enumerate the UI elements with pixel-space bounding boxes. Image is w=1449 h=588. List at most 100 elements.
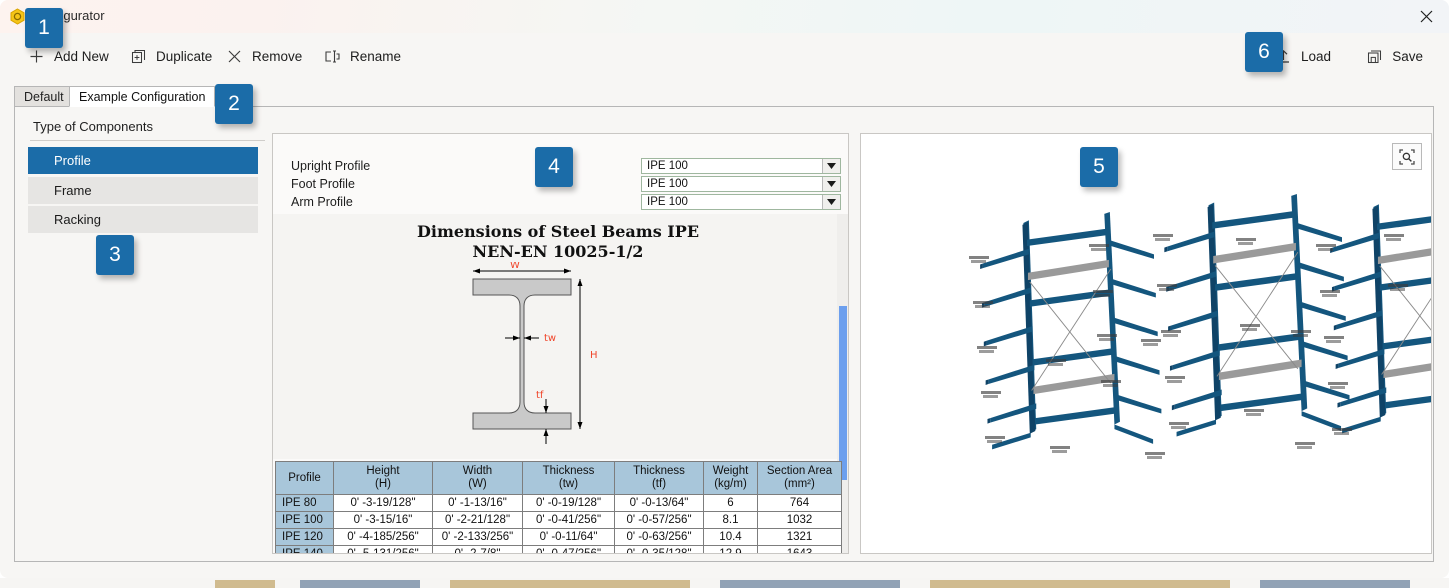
upright-profile-dropdown[interactable]: IPE 100 (641, 158, 841, 174)
save-button[interactable]: Save (1360, 33, 1429, 80)
add-new-label: Add New (54, 49, 109, 64)
taskbar-ghost (215, 580, 275, 588)
taskbar-ghost (300, 580, 420, 588)
table-cell: 0' -4-185/256" (333, 528, 433, 546)
chevron-down-icon (822, 177, 840, 191)
rename-button[interactable]: Rename (318, 33, 407, 80)
table-cell: 0' -0-41/256" (522, 511, 615, 529)
table-cell: 0' -0-35/128" (614, 545, 704, 553)
foot-profile-label: Foot Profile (291, 177, 355, 191)
table-cell: 0' -3-19/128" (333, 494, 433, 512)
rename-icon (324, 48, 341, 65)
x-icon (226, 48, 243, 65)
save-icon (1366, 48, 1383, 65)
table-row[interactable]: IPE 100 0' -3-15/16" 0' -2-21/128" 0' -0-41… (275, 511, 842, 529)
datasheet-title-line2: NEN-EN 10025-1/2 (472, 242, 644, 261)
table-cell: 0' -2-7/8" (432, 545, 523, 553)
zoom-to-fit-icon[interactable] (1392, 143, 1422, 170)
table-cell-profile: IPE 140 (275, 545, 334, 553)
table-cell: 0' -1-13/16" (432, 494, 523, 512)
arm-profile-label: Arm Profile (291, 195, 353, 209)
chevron-down-icon (822, 159, 840, 173)
foot-profile-value: IPE 100 (647, 178, 688, 190)
table-cell: 0' -2-21/128" (432, 511, 523, 529)
tab-example-configuration[interactable]: Example Configuration (69, 86, 216, 107)
svg-text:H: H (590, 350, 598, 361)
svg-text:W: W (510, 262, 520, 271)
datasheet-title: Dimensions of Steel Beams IPE NEN-EN 100… (273, 222, 843, 262)
taskbar-ghost (930, 580, 1230, 588)
profile-panel-scrollbar-thumb[interactable] (839, 306, 847, 480)
table-cell: 0' -0-63/256" (614, 528, 704, 546)
taskbar-ghost (720, 580, 900, 588)
component-item-profile[interactable]: Profile (28, 147, 258, 174)
table-column-header: Section Area (mm²) (757, 461, 842, 495)
annotation-badge-5: 5 (1080, 147, 1118, 187)
datasheet-area: Dimensions of Steel Beams IPE NEN-EN 100… (273, 214, 848, 459)
component-item-racking[interactable]: Racking (28, 206, 258, 233)
table-column-header: Profile (275, 461, 334, 495)
table-header-row: Profile Height (H) Width (W) Thickness (tw) Thi… (275, 461, 842, 495)
table-cell: 1643 (757, 545, 842, 553)
table-row[interactable]: IPE 120 0' -4-185/256" 0' -2-133/256" 0' -0… (275, 528, 842, 546)
table-cell: 12.9 (703, 545, 758, 553)
taskbar-sliver (0, 578, 1449, 588)
model-viewport[interactable] (860, 133, 1432, 554)
table-cell: 1032 (757, 511, 842, 529)
rename-label: Rename (350, 49, 402, 64)
racking-frame-2 (1163, 193, 1350, 437)
svg-text:tf: tf (536, 390, 544, 401)
table-column-header: Thickness (tf) (614, 461, 704, 495)
racking-frame-1 (979, 211, 1162, 450)
type-of-components-label: Type of Components (33, 119, 153, 134)
racking-3d-model (969, 193, 1431, 459)
table-cell: 1321 (757, 528, 842, 546)
profile-dimensions-table: Profile Height (H) Width (W) Thickness (tw) Thi… (275, 461, 842, 553)
table-row[interactable]: IPE 140 0' -5-131/256" 0' -2-7/8" 0' -0-47/… (275, 545, 842, 553)
table-row[interactable]: IPE 80 0' -3-19/128" 0' -1-13/16" 0' -0-19/… (275, 494, 842, 512)
foot-profile-dropdown[interactable]: IPE 100 (641, 176, 841, 192)
table-column-header: Height (H) (333, 461, 433, 495)
upright-profile-value: IPE 100 (647, 160, 688, 172)
table-cell-profile: IPE 80 (275, 494, 334, 512)
table-cell: 8.1 (703, 511, 758, 529)
duplicate-button[interactable]: Duplicate (124, 33, 218, 80)
toolbar: Add New Duplicate Remove Rename Load Sav… (0, 33, 1449, 80)
table-cell: 764 (757, 494, 842, 512)
upright-profile-label: Upright Profile (291, 159, 371, 173)
taskbar-ghost (1260, 580, 1410, 588)
ibeam-cross-section-diagram: W H tw tf (472, 262, 598, 444)
annotation-badge-2: 2 (215, 84, 253, 124)
arm-profile-value: IPE 100 (647, 196, 688, 208)
table-cell: 0' -3-15/16" (333, 511, 433, 529)
table-cell: 0' -0-11/64" (522, 528, 615, 546)
table-cell: 10.4 (703, 528, 758, 546)
arm-profile-dropdown[interactable]: IPE 100 (641, 194, 841, 210)
annotation-badge-6: 6 (1245, 32, 1283, 72)
duplicate-label: Duplicate (156, 49, 213, 64)
divider (30, 140, 265, 141)
table-column-header: Weight (kg/m) (703, 461, 758, 495)
svg-text:tw: tw (544, 333, 556, 344)
remove-label: Remove (252, 49, 303, 64)
close-icon[interactable] (1403, 0, 1449, 33)
profile-settings-panel: Upright Profile Foot Profile Arm Profile… (272, 133, 849, 554)
table-cell: 0' -0-13/64" (614, 494, 704, 512)
save-label: Save (1392, 49, 1423, 64)
hexagon-gear-icon (9, 8, 26, 25)
plus-icon (28, 48, 45, 65)
annotation-badge-3: 3 (96, 235, 134, 275)
remove-button[interactable]: Remove (220, 33, 308, 80)
component-item-frame[interactable]: Frame (28, 177, 258, 204)
taskbar-ghost (450, 580, 690, 588)
table-cell: 0' -0-47/256" (522, 545, 615, 553)
annotation-badge-4: 4 (535, 147, 573, 187)
table-column-header: Width (W) (432, 461, 523, 495)
chevron-down-icon (822, 195, 840, 209)
tab-default[interactable]: Default (14, 86, 74, 107)
page-body: Type of Components Profile Frame Racking… (14, 107, 1434, 562)
table-cell-profile: IPE 120 (275, 528, 334, 546)
table-cell: 0' -0-57/256" (614, 511, 704, 529)
table-cell: 0' -0-19/128" (522, 494, 615, 512)
table-column-header: Thickness (tw) (522, 461, 615, 495)
